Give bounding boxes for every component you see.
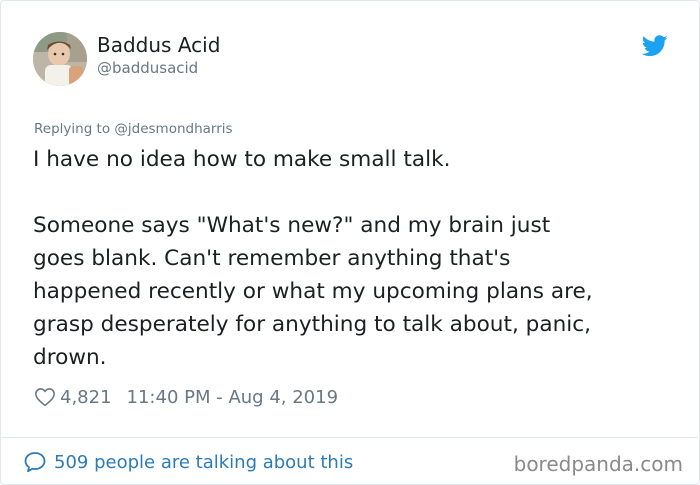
tweet-line: Someone says "What's new?" and my brain …: [33, 213, 551, 238]
tweet-meta: 4,821 11:40 PM - Aug 4, 2019: [34, 384, 338, 410]
conversation-text[interactable]: 509 people are talking about this: [54, 452, 353, 473]
author-handle[interactable]: @baddusacid: [97, 59, 198, 77]
tweet-text: I have no idea how to make small talk. S…: [33, 143, 673, 374]
like-count[interactable]: 4,821: [60, 387, 112, 408]
divider: [2, 437, 698, 438]
avatar-image: [33, 32, 87, 86]
heart-icon[interactable]: [34, 386, 56, 408]
tweet-line: drown.: [33, 345, 107, 370]
twitter-bird-icon[interactable]: [642, 35, 668, 57]
tweet-line: grasp desperately for anything to talk a…: [33, 312, 592, 337]
watermark-logo: boredpanda.com: [513, 452, 683, 476]
conversation-link[interactable]: 509 people are talking about this: [23, 448, 353, 476]
tweet-line: I have no idea how to make small talk.: [33, 147, 451, 172]
author-display-name[interactable]: Baddus Acid: [97, 33, 220, 57]
tweet-line: goes blank. Can't remember anything that…: [33, 246, 511, 271]
speech-bubble-icon: [24, 452, 46, 473]
tweet-line: happened recently or what my upcoming pl…: [33, 279, 593, 304]
replying-to-label[interactable]: Replying to @jdesmondharris: [34, 121, 233, 138]
avatar[interactable]: [33, 32, 87, 86]
tweet-timestamp[interactable]: 11:40 PM - Aug 4, 2019: [127, 387, 339, 408]
tweet-card: Baddus Acid @baddusacid Replying to @jde…: [0, 0, 700, 485]
